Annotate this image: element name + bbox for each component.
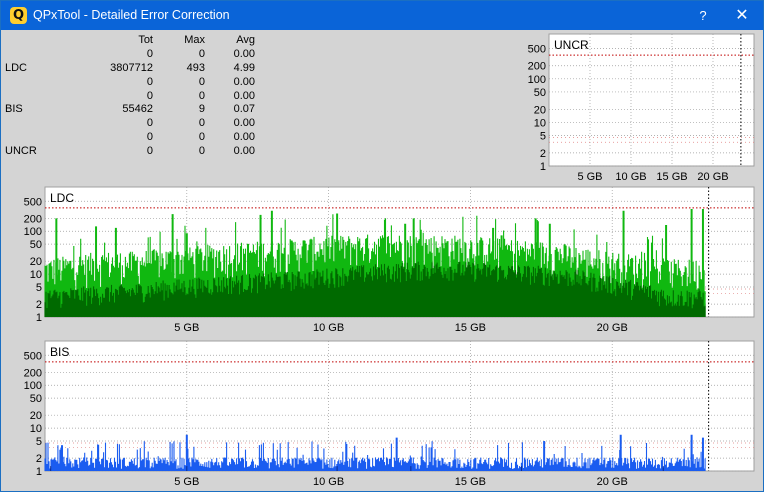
- y-tick-label: 100: [24, 380, 42, 392]
- y-tick-label: 20: [534, 104, 546, 116]
- y-tick-label: 1: [540, 161, 546, 173]
- y-tick-label: 10: [30, 423, 42, 435]
- y-tick-label: 500: [528, 43, 546, 55]
- y-tick-label: 100: [528, 74, 546, 86]
- x-tick-label: 20 GB: [697, 171, 728, 183]
- y-tick-label: 20: [30, 256, 42, 268]
- x-tick-label: 20 GB: [597, 322, 628, 334]
- y-tick-label: 5: [36, 436, 42, 448]
- y-tick-label: 2: [540, 148, 546, 160]
- y-tick-label: 50: [30, 239, 42, 251]
- y-tick-label: 5: [540, 131, 546, 143]
- y-tick-label: 1: [36, 312, 42, 324]
- y-tick-label: 100: [24, 226, 42, 238]
- y-tick-label: 10: [30, 269, 42, 281]
- y-tick-label: 2: [36, 299, 42, 311]
- y-tick-label: 500: [24, 196, 42, 208]
- y-tick-label: 2: [36, 453, 42, 465]
- y-tick-label: 50: [534, 87, 546, 99]
- x-tick-label: 10 GB: [313, 322, 344, 334]
- x-tick-label: 5 GB: [174, 476, 199, 488]
- error-charts: 5002001005020105215 GB 10 GB 15 GB 20 GBUNC…: [24, 33, 755, 488]
- y-tick-label: 1: [36, 466, 42, 478]
- x-tick-label: 15 GB: [455, 476, 486, 488]
- x-tick-label: 5 GB: [174, 322, 199, 334]
- y-tick-label: 10: [534, 117, 546, 129]
- y-tick-label: 200: [528, 61, 546, 73]
- y-tick-label: 50: [30, 393, 42, 405]
- x-tick-label: 10 GB: [313, 476, 344, 488]
- chart-title: UNCR: [554, 38, 589, 52]
- chart-frame: [44, 340, 755, 472]
- qpxtool-window: Q QPxTool - Detailed Error Correction ? …: [0, 0, 764, 492]
- x-tick-label: 15 GB: [455, 322, 486, 334]
- y-tick-label: 200: [24, 367, 42, 379]
- x-tick-label: 10 GB: [615, 171, 646, 183]
- chart-title: LDC: [50, 191, 74, 205]
- x-tick-label: 20 GB: [597, 476, 628, 488]
- y-tick-label: 20: [30, 410, 42, 422]
- x-tick-label: 15 GB: [656, 171, 687, 183]
- chart-frame: [548, 33, 755, 167]
- chart-title: BIS: [50, 345, 69, 359]
- y-tick-label: 5: [36, 282, 42, 294]
- x-tick-label: 5 GB: [577, 171, 602, 183]
- y-tick-label: 200: [24, 213, 42, 225]
- y-tick-label: 500: [24, 350, 42, 362]
